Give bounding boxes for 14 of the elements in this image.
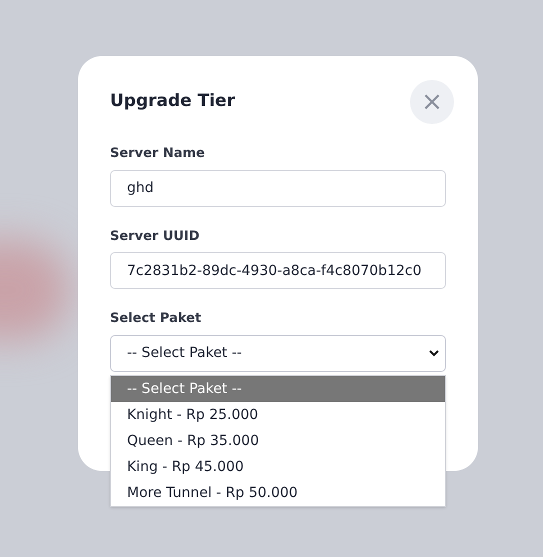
dropdown-option[interactable]: King - Rp 45.000	[111, 454, 445, 480]
field-label: Select Paket	[110, 310, 202, 328]
text-field[interactable]: ghd	[110, 170, 446, 206]
text-field[interactable]: 7c2831b2-89dc-4930-a8ca-f4c8070b12c0	[110, 252, 446, 289]
dropdown-option[interactable]: More Tunnel - Rp 50.000	[111, 480, 445, 506]
dropdown-option[interactable]: Knight - Rp 25.000	[111, 402, 445, 428]
chevron-down-icon	[429, 350, 439, 356]
select-value: -- Select Paket --	[127, 344, 242, 362]
field-label: Server Name	[110, 145, 206, 163]
select-field[interactable]: -- Select Paket --	[110, 334, 446, 372]
dropdown-option[interactable]: -- Select Paket --	[111, 376, 445, 402]
field-label: Server UUID	[110, 228, 201, 246]
dropdown-option[interactable]: Queen - Rp 35.000	[111, 428, 445, 454]
dialog-title: Upgrade Tier	[110, 90, 235, 114]
